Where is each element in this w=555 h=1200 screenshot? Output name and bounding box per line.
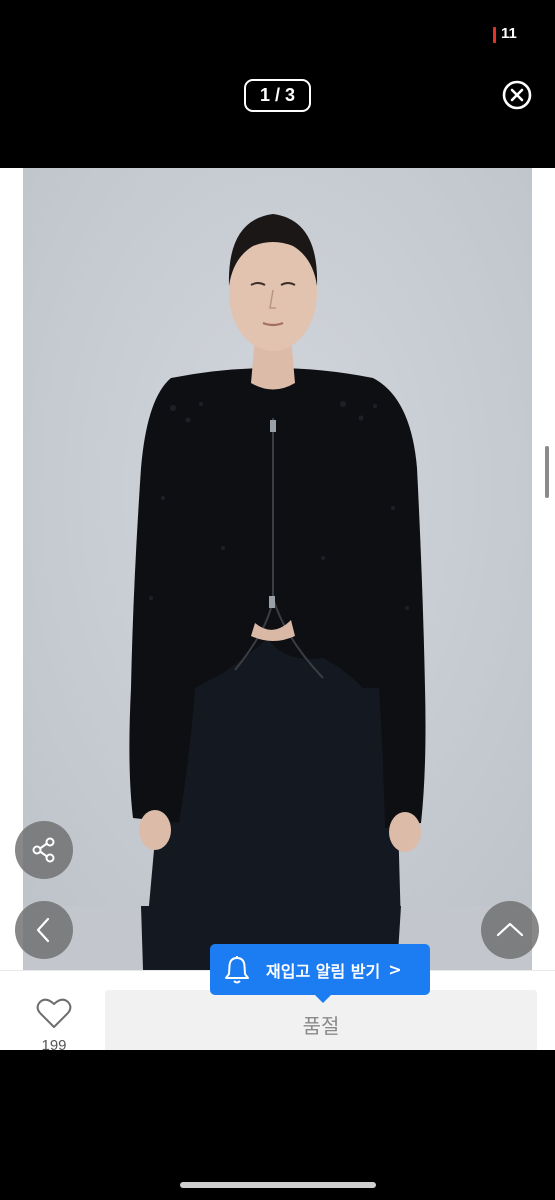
image-viewer[interactable]: 199 품절 재입고 알림 받기 > (0, 168, 555, 1050)
chevron-right-icon: > (388, 960, 402, 979)
chevron-left-icon (36, 917, 50, 943)
status-bar: 11 (0, 0, 555, 70)
close-icon (502, 80, 532, 110)
previous-image-button[interactable] (15, 901, 73, 959)
image-page-counter: 1 / 3 (244, 79, 311, 112)
product-photo (23, 168, 532, 970)
share-icon (32, 837, 55, 863)
battery-icon (493, 27, 496, 43)
close-button[interactable] (502, 80, 532, 110)
scroll-top-button[interactable] (481, 901, 539, 959)
restock-alert-label: 재입고 알림 받기 (266, 961, 381, 981)
restock-alert-button[interactable]: 재입고 알림 받기 > (210, 944, 430, 1003)
share-button[interactable] (15, 821, 73, 879)
battery-level: 11 (501, 25, 517, 42)
bell-icon (225, 955, 249, 983)
scroll-indicator[interactable] (545, 446, 549, 498)
chevron-up-icon (496, 922, 524, 937)
like-count: 199 (41, 1037, 67, 1050)
heart-icon[interactable] (36, 997, 72, 1029)
home-indicator[interactable] (180, 1182, 376, 1188)
